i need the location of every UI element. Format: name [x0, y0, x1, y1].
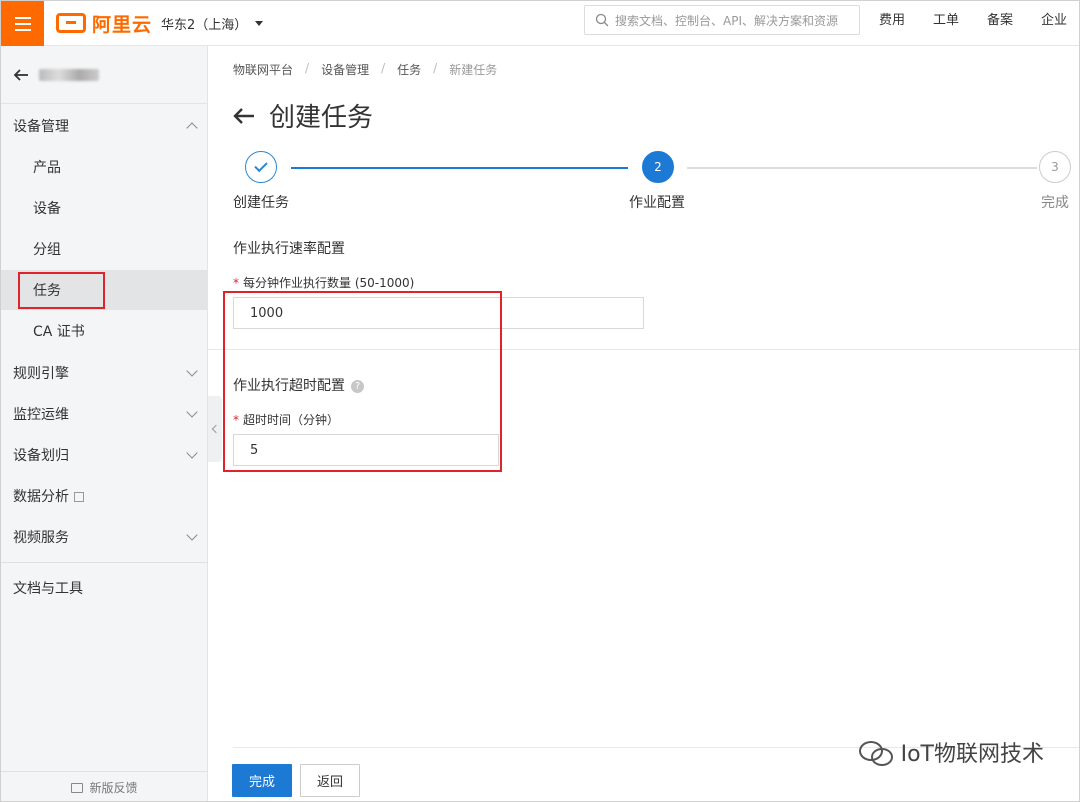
aliyun-logo-mark — [56, 13, 86, 33]
wechat-icon — [858, 739, 893, 766]
region-selector[interactable]: 华东2（上海） — [161, 14, 264, 33]
sidebar-group-label: 设备划归 — [13, 448, 69, 464]
sidebar-group-device-assign[interactable]: 设备划归 — [1, 435, 208, 475]
breadcrumb-separator: / — [305, 61, 310, 75]
sidebar-group-device-mgmt[interactable]: 设备管理 — [1, 106, 208, 146]
watermark: IoT物联网技术 — [858, 736, 1044, 768]
sidebar-item-label: 分组 — [33, 242, 61, 258]
sidebar: 设备管理 产品 设备 分组 任务 CA 证书 规则引擎 监控运维 设备划归 数据… — [1, 46, 208, 801]
highlight-box-task — [18, 272, 105, 309]
required-mark: * — [233, 276, 239, 290]
sidebar-group-label: 设备管理 — [13, 119, 69, 135]
breadcrumb-separator: / — [381, 61, 386, 75]
step-1-label: 创建任务 — [233, 195, 289, 211]
sidebar-group-docs[interactable]: 文档与工具 — [1, 568, 208, 608]
search-placeholder: 搜索文档、控制台、API、解决方案和资源 — [615, 13, 838, 28]
nav-billing[interactable]: 费用 — [865, 1, 919, 46]
chevron-down-icon — [186, 529, 198, 541]
breadcrumb-separator: / — [433, 61, 438, 75]
search-input[interactable]: 搜索文档、控制台、API、解决方案和资源 — [584, 5, 860, 35]
breadcrumb: 物联网平台 / 设备管理 / 任务 / 新建任务 — [233, 61, 497, 78]
feedback-icon — [71, 782, 84, 793]
step-connector-todo — [687, 167, 1037, 169]
sidebar-group-label: 规则引擎 — [13, 366, 69, 382]
sidebar-group-video[interactable]: 视频服务 — [1, 517, 208, 557]
watermark-text: IoT物联网技术 — [900, 742, 1044, 767]
page-title: 创建任务 — [269, 103, 374, 133]
feedback-label: 新版反馈 — [89, 781, 138, 795]
step-1-circle — [245, 151, 277, 183]
chevron-up-icon — [186, 122, 198, 134]
step-3-label: 完成 — [1041, 195, 1069, 211]
nav-enterprise[interactable]: 企业 — [1027, 1, 1079, 46]
rate-section-title: 作业执行速率配置 — [233, 241, 345, 257]
sidebar-group-monitor[interactable]: 监控运维 — [1, 394, 208, 434]
chevron-down-icon — [186, 406, 198, 418]
sidebar-group-rules[interactable]: 规则引擎 — [1, 353, 208, 393]
sidebar-divider — [1, 562, 208, 563]
external-link-icon — [74, 492, 84, 502]
breadcrumb-item-current: 新建任务 — [449, 63, 498, 77]
top-bar: 阿里云 华东2（上海） 搜索文档、控制台、API、解决方案和资源 费用 工单 备… — [1, 1, 1079, 46]
nav-icp[interactable]: 备案 — [973, 1, 1027, 46]
top-nav: 费用 工单 备案 企业 — [865, 1, 1079, 46]
step-3-circle: 3 — [1039, 151, 1071, 183]
back-arrow-icon[interactable] — [233, 107, 255, 125]
search-icon — [595, 13, 609, 27]
aliyun-logo[interactable]: 阿里云 — [56, 10, 152, 36]
rate-field-label: * 每分钟作业执行数量 (50-1000) — [233, 274, 414, 291]
caret-down-icon — [255, 21, 264, 26]
sidebar-group-data-analysis[interactable]: 数据分析 — [1, 476, 208, 516]
sidebar-back-button[interactable] — [1, 46, 208, 104]
breadcrumb-item-tasks[interactable]: 任务 — [397, 61, 421, 78]
sidebar-item-products[interactable]: 产品 — [1, 147, 208, 187]
sidebar-item-label: 产品 — [33, 160, 61, 176]
step-number: 2 — [654, 160, 662, 174]
sidebar-item-ca-cert[interactable]: CA 证书 — [1, 311, 208, 351]
chevron-down-icon — [186, 365, 198, 377]
back-arrow-icon — [13, 68, 28, 81]
rate-field-label-text: 每分钟作业执行数量 (50-1000) — [243, 276, 415, 290]
step-connector-done — [291, 167, 628, 169]
console-window: 阿里云 华东2（上海） 搜索文档、控制台、API、解决方案和资源 费用 工单 备… — [0, 0, 1080, 802]
page-header: 创建任务 — [233, 97, 373, 134]
chevron-left-icon — [211, 424, 221, 434]
sidebar-item-devices[interactable]: 设备 — [1, 188, 208, 228]
breadcrumb-item-device-mgmt[interactable]: 设备管理 — [321, 61, 369, 78]
menu-icon[interactable] — [1, 1, 44, 46]
nav-tickets[interactable]: 工单 — [919, 1, 973, 46]
sidebar-item-label: 设备 — [33, 201, 61, 217]
sidebar-group-label: 文档与工具 — [13, 581, 83, 597]
chevron-down-icon — [186, 447, 198, 459]
instance-name-redacted — [39, 68, 99, 81]
sidebar-item-label: CA 证书 — [33, 324, 85, 340]
back-button[interactable]: 返回 — [300, 764, 360, 797]
step-2-label: 作业配置 — [629, 195, 685, 211]
sidebar-group-label: 监控运维 — [13, 407, 69, 423]
region-label: 华东2（上海） — [161, 18, 248, 33]
sidebar-item-groups[interactable]: 分组 — [1, 229, 208, 269]
sidebar-collapse-handle[interactable] — [208, 396, 222, 462]
finish-button[interactable]: 完成 — [232, 764, 292, 797]
breadcrumb-item-iot[interactable]: 物联网平台 — [233, 61, 293, 78]
feedback-button[interactable]: 新版反馈 — [1, 771, 208, 801]
step-2-circle: 2 — [642, 151, 674, 183]
sidebar-group-label: 视频服务 — [13, 530, 69, 546]
logo-text: 阿里云 — [92, 13, 153, 36]
check-icon — [254, 158, 268, 173]
sidebar-group-label: 数据分析 — [13, 489, 69, 505]
highlight-box-config — [223, 291, 502, 472]
step-number: 3 — [1051, 160, 1059, 174]
